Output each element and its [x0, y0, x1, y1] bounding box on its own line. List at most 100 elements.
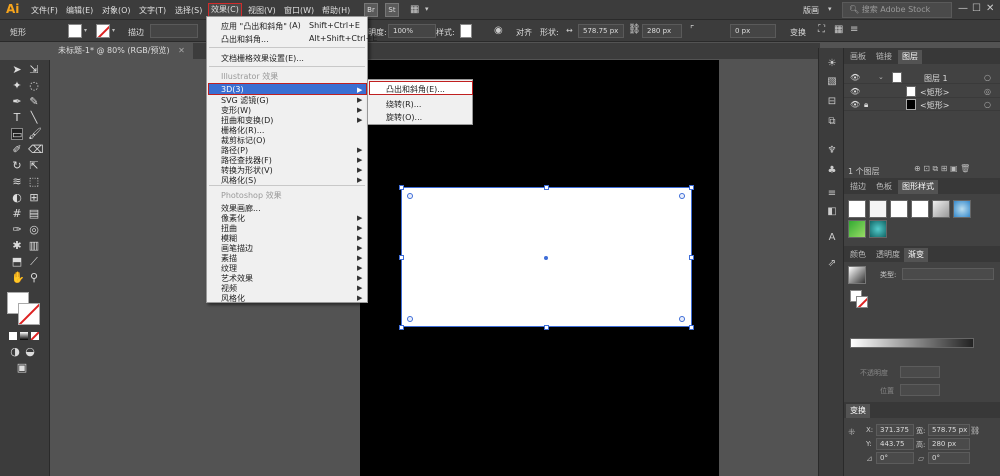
draw-behind-icon[interactable]: ◒: [24, 346, 36, 358]
revolve-item[interactable]: 绕转(R)...: [386, 99, 421, 110]
stroke-label[interactable]: 描边: [128, 27, 144, 38]
sublayer-row[interactable]: 👁︎ <矩形> ◎: [844, 86, 1000, 98]
grid-icon[interactable]: ▦: [834, 24, 843, 35]
export-icon[interactable]: ⇗: [826, 258, 838, 270]
resize-handle[interactable]: [399, 255, 404, 260]
align-icon[interactable]: ⊟: [826, 96, 838, 108]
link-icon[interactable]: ⛓: [628, 24, 641, 35]
graphic-style-swatch[interactable]: [869, 220, 887, 238]
graphic-style-swatch[interactable]: [890, 200, 908, 218]
layer-actions-icon[interactable]: ⊕ ⊡ ⧉ ⊞ ▣ 🗑︎: [914, 164, 970, 174]
last-effect[interactable]: 凸出和斜角...: [221, 34, 269, 45]
symbol-sprayer-icon[interactable]: ✱: [11, 240, 23, 252]
hand-tool-icon[interactable]: ✋: [11, 272, 25, 284]
zoom-tool-icon[interactable]: ⚲: [28, 272, 40, 284]
tab-swatches[interactable]: 色板: [872, 180, 896, 194]
shape-builder-icon[interactable]: ◐: [11, 192, 23, 204]
height-field[interactable]: 280 px: [928, 438, 970, 450]
photoshop-effect-item[interactable]: 风格化: [221, 293, 245, 304]
target-icon[interactable]: ○: [984, 73, 991, 82]
resize-handle[interactable]: [544, 185, 549, 190]
maximize-icon[interactable]: ☐: [972, 3, 981, 14]
extrude-bevel-item[interactable]: 凸出和斜角(E)...: [386, 84, 445, 95]
selection-tool-icon[interactable]: ➤: [11, 64, 23, 76]
x-field[interactable]: 371.375 p: [876, 424, 914, 444]
graphic-style-swatch[interactable]: [848, 200, 866, 218]
eraser-icon[interactable]: ⌫: [28, 144, 44, 156]
mesh-tool-icon[interactable]: #: [11, 208, 23, 220]
corner-widget[interactable]: [407, 193, 413, 199]
gradient-slider[interactable]: [850, 338, 974, 348]
shape-prop-label[interactable]: 形状:: [540, 27, 559, 38]
constrain-link-icon[interactable]: ⛓: [970, 426, 980, 435]
menu-file[interactable]: 文件(F): [31, 5, 58, 16]
rotate-tool-icon[interactable]: ↻: [11, 160, 23, 172]
stock-search-input[interactable]: 🔍︎ 搜索 Adobe Stock: [842, 2, 952, 18]
tab-artboards[interactable]: 画板: [846, 50, 870, 64]
stroke-swatch[interactable]: [96, 24, 110, 38]
slice-tool-icon[interactable]: ⟋: [28, 256, 40, 268]
magic-wand-icon[interactable]: ✦: [11, 80, 23, 92]
resize-handle[interactable]: [544, 325, 549, 330]
menu-type[interactable]: 文字(T): [139, 5, 166, 16]
shear-angle-field[interactable]: 0°: [928, 452, 970, 464]
target-icon[interactable]: ○: [984, 100, 991, 109]
gradient-type-select[interactable]: [902, 268, 994, 280]
line-tool-icon[interactable]: ╲: [28, 112, 40, 124]
sun-icon[interactable]: ☀: [826, 58, 838, 70]
graphic-style-swatch[interactable]: [460, 24, 472, 38]
paintbrush-icon[interactable]: 🖌︎: [28, 128, 42, 140]
perspective-grid-icon[interactable]: ⊞: [28, 192, 40, 204]
pathfinder-icon[interactable]: ⧉: [826, 116, 838, 128]
menu-edit[interactable]: 编辑(E): [66, 5, 93, 16]
transparency-icon[interactable]: ◧: [826, 206, 838, 218]
menu-select[interactable]: 选择(S): [175, 5, 202, 16]
resize-handle[interactable]: [689, 185, 694, 190]
target-icon[interactable]: ◎: [984, 87, 991, 96]
corner-widget[interactable]: [679, 193, 685, 199]
resize-handle[interactable]: [689, 255, 694, 260]
minimize-icon[interactable]: —: [958, 3, 968, 14]
sublayer-name[interactable]: <矩形>: [920, 100, 949, 111]
visibility-eye-icon[interactable]: 👁︎: [850, 100, 860, 109]
menu-window[interactable]: 窗口(W): [284, 5, 314, 16]
corner-widget[interactable]: [679, 316, 685, 322]
graphic-style-swatch[interactable]: [848, 220, 866, 238]
character-icon[interactable]: A: [826, 232, 838, 244]
stroke-weight-field[interactable]: [150, 24, 198, 38]
isolate-icon[interactable]: ⛶: [818, 24, 825, 35]
arrange-icon[interactable]: ▦: [410, 4, 419, 15]
gradient-mode-icon[interactable]: [20, 332, 28, 340]
tab-gradient[interactable]: 渐变: [904, 248, 928, 262]
gradient-position-field[interactable]: [900, 384, 940, 396]
tab-links[interactable]: 链接: [872, 50, 896, 64]
resize-handle[interactable]: [689, 325, 694, 330]
gradient-stroke-swatch[interactable]: [856, 296, 868, 308]
panel-menu-icon[interactable]: ≡: [850, 24, 858, 35]
gradient-preview[interactable]: [848, 266, 866, 284]
sublayer-row[interactable]: 👁︎ 🔒︎ <矩形> ○: [844, 99, 1000, 111]
width-field[interactable]: 578.75 px: [928, 424, 970, 436]
stroke-color-swatch[interactable]: [18, 303, 40, 325]
workspace-switcher[interactable]: 版画: [803, 5, 819, 16]
rotate-angle-field[interactable]: 0°: [876, 452, 914, 464]
direct-selection-tool-icon[interactable]: ⇲: [28, 64, 40, 76]
color-mode-icon[interactable]: [9, 332, 17, 340]
artboard-tool-icon[interactable]: ⬒: [11, 256, 23, 268]
document-tab[interactable]: 未标题-1* @ 80% (RGB/预览) ✕: [50, 43, 193, 59]
chevron-down-icon[interactable]: ▾: [425, 5, 429, 13]
recolor-icon[interactable]: ◉: [494, 25, 503, 36]
curvature-tool-icon[interactable]: ✎: [28, 96, 40, 108]
lasso-icon[interactable]: ◌: [28, 80, 40, 92]
brushes-icon[interactable]: ♆: [826, 145, 838, 157]
bridge-badge[interactable]: Br: [364, 3, 378, 17]
stock-badge[interactable]: St: [385, 3, 399, 17]
tab-graphic-styles[interactable]: 图形样式: [898, 180, 938, 194]
corner-radius-field[interactable]: 0 px: [730, 24, 776, 38]
apply-last-effect[interactable]: 应用 "凸出和斜角": [221, 21, 287, 32]
gradient-opacity-field[interactable]: [900, 366, 940, 378]
blend-tool-icon[interactable]: ◎: [28, 224, 40, 236]
menu-view[interactable]: 视图(V): [248, 5, 276, 16]
tab-transform[interactable]: 变换: [846, 404, 870, 418]
layer-name[interactable]: 图层 1: [924, 73, 948, 84]
